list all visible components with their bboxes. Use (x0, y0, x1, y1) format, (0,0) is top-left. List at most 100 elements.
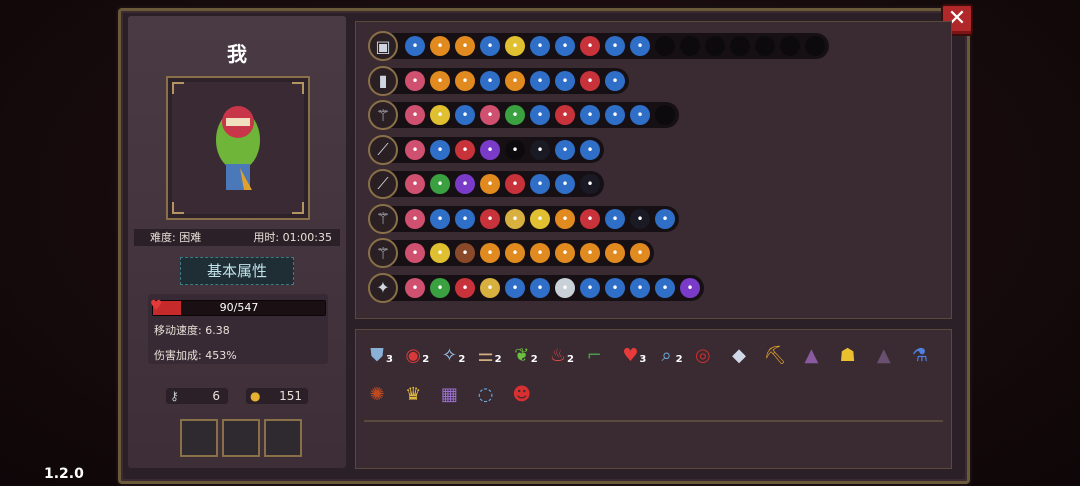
crown-icon[interactable]: ♛ (400, 382, 426, 408)
upgrade-icon[interactable]: • (455, 243, 475, 263)
upgrade-icon[interactable]: • (530, 243, 550, 263)
upgrade-icon[interactable]: • (580, 139, 600, 160)
upgrade-icon[interactable]: • (455, 174, 475, 194)
upgrade-icon[interactable]: • (505, 208, 525, 229)
upgrade-icon[interactable]: • (430, 139, 450, 160)
upgrade-icon[interactable]: • (630, 277, 650, 298)
upgrade-icon[interactable]: • (630, 208, 650, 229)
upgrade-icon[interactable]: • (480, 243, 500, 263)
item-slot-3[interactable] (264, 419, 302, 457)
upgrade-icon[interactable]: • (405, 36, 425, 56)
upgrade-icon[interactable]: • (455, 139, 475, 160)
upgrade-icon[interactable]: • (530, 36, 550, 56)
wing-icon[interactable]: ✧ 2 (436, 343, 466, 369)
leaf-icon[interactable]: ❦ 2 (509, 343, 538, 369)
upgrade-icon[interactable]: • (505, 139, 525, 160)
bell-icon[interactable]: ☗ (835, 343, 861, 369)
upgrade-icon[interactable]: • (455, 277, 475, 298)
demon-mask-icon[interactable]: ☻ (509, 382, 535, 408)
rod-orange-icon[interactable]: ⚚ (368, 238, 398, 268)
upgrade-icon[interactable]: • (580, 208, 600, 229)
empty-slot[interactable] (655, 105, 675, 125)
upgrade-icon[interactable]: • (480, 139, 500, 160)
red-eye-icon[interactable]: ◉ 2 (400, 343, 429, 369)
rod-gold-icon[interactable]: ⚚ (368, 203, 398, 234)
upgrade-icon[interactable]: • (580, 174, 600, 194)
upgrade-icon[interactable]: • (405, 105, 425, 125)
upgrade-icon[interactable]: • (430, 105, 450, 125)
eye-icon[interactable]: ◎ (690, 343, 716, 369)
cape-icon[interactable]: ▲ (798, 343, 824, 369)
upgrade-icon[interactable]: • (430, 277, 450, 298)
upgrade-icon[interactable]: • (430, 174, 450, 194)
upgrade-icon[interactable]: • (430, 70, 450, 91)
upgrade-icon[interactable]: • (505, 277, 525, 298)
upgrade-icon[interactable]: • (480, 36, 500, 56)
upgrade-icon[interactable]: • (530, 70, 550, 91)
rod-green-icon[interactable]: ⟋ (368, 169, 398, 199)
upgrade-icon[interactable]: • (655, 277, 675, 298)
bone-icon[interactable]: ⚌ 2 (473, 343, 502, 369)
magnifier-icon[interactable]: ⌕ 2 (654, 343, 683, 369)
upgrade-icon[interactable]: • (505, 105, 525, 125)
upgrade-icon[interactable]: • (430, 243, 450, 263)
shield-icon[interactable]: ⛊ 3 (364, 343, 393, 369)
upgrade-icon[interactable]: • (405, 243, 425, 263)
upgrade-icon[interactable]: • (405, 277, 425, 298)
empty-slot[interactable] (705, 36, 725, 56)
upgrade-icon[interactable]: • (580, 70, 600, 91)
upgrade-icon[interactable]: • (480, 277, 500, 298)
empty-slot[interactable] (805, 36, 825, 56)
upgrade-icon[interactable]: • (405, 139, 425, 160)
upgrade-icon[interactable]: • (480, 105, 500, 125)
upgrade-icon[interactable]: • (455, 70, 475, 91)
upgrade-icon[interactable]: • (555, 105, 575, 125)
upgrade-icon[interactable]: • (530, 208, 550, 229)
upgrade-icon[interactable]: • (630, 36, 650, 56)
potion-red-icon[interactable]: ♨ 2 (545, 343, 574, 369)
vial-icon[interactable]: ⚗ (907, 343, 933, 369)
upgrade-icon[interactable]: • (680, 277, 700, 298)
upgrade-icon[interactable]: • (555, 70, 575, 91)
upgrade-icon[interactable]: • (605, 105, 625, 125)
upgrade-icon[interactable]: • (555, 36, 575, 56)
upgrade-icon[interactable]: • (555, 208, 575, 229)
upgrade-icon[interactable]: • (530, 139, 550, 160)
pickaxe-icon[interactable]: ⛏ (762, 343, 788, 369)
upgrade-icon[interactable]: • (480, 70, 500, 91)
boot-icon[interactable]: ⌐ (581, 343, 607, 369)
crystal-icon[interactable]: ◆ (726, 343, 752, 369)
upgrade-icon[interactable]: • (505, 243, 525, 263)
empty-slot[interactable] (655, 36, 675, 56)
upgrade-icon[interactable]: • (530, 105, 550, 125)
upgrade-icon[interactable]: • (630, 243, 650, 263)
wand-purple-icon[interactable]: ✦ (368, 272, 398, 303)
upgrade-icon[interactable]: • (555, 174, 575, 194)
tab-basic-attributes[interactable]: 基本属性 (180, 257, 294, 285)
upgrade-icon[interactable]: • (580, 36, 600, 56)
upgrade-icon[interactable]: • (455, 208, 475, 229)
cannon-icon[interactable]: ▮ (368, 65, 398, 96)
upgrade-icon[interactable]: • (455, 105, 475, 125)
upgrade-icon[interactable]: • (555, 243, 575, 263)
upgrade-icon[interactable]: • (580, 277, 600, 298)
upgrade-icon[interactable]: • (480, 174, 500, 194)
staff-icon[interactable]: ⚚ (368, 100, 398, 130)
empty-slot[interactable] (730, 36, 750, 56)
upgrade-icon[interactable]: • (555, 277, 575, 298)
empty-slot[interactable] (780, 36, 800, 56)
upgrade-icon[interactable]: • (630, 105, 650, 125)
upgrade-icon[interactable]: • (530, 277, 550, 298)
upgrade-icon[interactable]: • (605, 208, 625, 229)
upgrade-icon[interactable]: • (405, 70, 425, 91)
blade-icon[interactable]: ⟋ (368, 134, 398, 165)
upgrade-icon[interactable]: • (580, 105, 600, 125)
upgrade-icon[interactable]: • (555, 139, 575, 160)
scroll-icon[interactable]: ▦ (436, 382, 462, 408)
upgrade-icon[interactable]: • (455, 36, 475, 56)
upgrade-icon[interactable]: • (430, 36, 450, 56)
upgrade-icon[interactable]: • (605, 70, 625, 91)
cloak-icon[interactable]: ▲ (871, 343, 897, 369)
chest-icon[interactable]: ▣ (368, 31, 398, 61)
item-slot-1[interactable] (180, 419, 218, 457)
